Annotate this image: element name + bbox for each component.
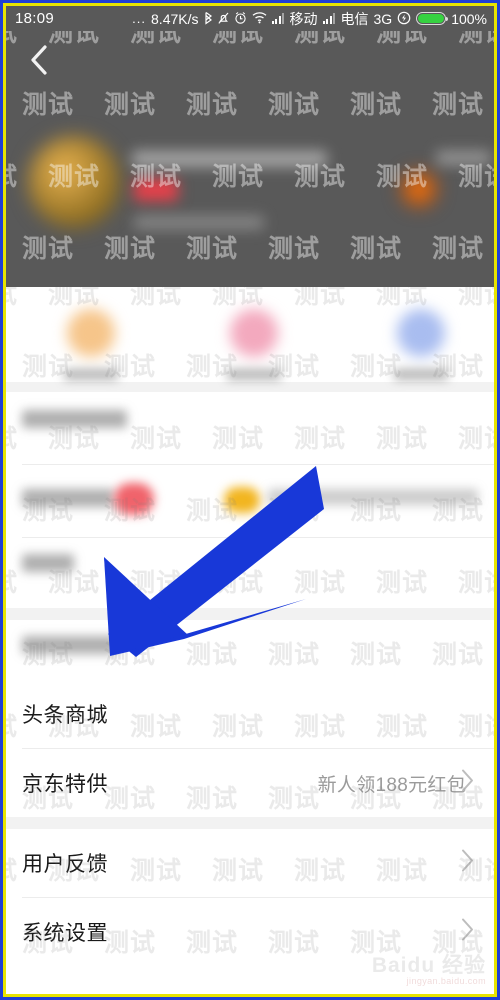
menu-group-2: 用户反馈 系统设置 [6, 829, 494, 966]
blurred-row-1[interactable] [6, 392, 494, 464]
battery-icon [416, 12, 449, 25]
wifi-icon [252, 11, 267, 26]
signal-bars-icon-2 [322, 13, 336, 24]
blurred-row-3[interactable] [6, 538, 494, 608]
blurred-label-c [268, 489, 478, 505]
screenshot-frame: 18:09 ... 8.47K/s 移动 电信 3G 100% 测试 测试 测试… [0, 0, 500, 1000]
carrier-name-2: 电信 [340, 10, 369, 27]
phone-screen: 18:09 ... 8.47K/s 移动 电信 3G 100% 测试 测试 测试… [6, 6, 494, 994]
blurred-text-3 [436, 151, 491, 165]
quick-icon-shelf [6, 287, 494, 382]
carrier-name-1: 移动 [289, 10, 318, 27]
blurred-row-2[interactable] [6, 465, 494, 537]
blurred-label-a [22, 410, 127, 428]
back-chevron-icon [31, 45, 47, 75]
menu-item-label: 京东特供 [22, 773, 108, 796]
blurred-label-e [22, 636, 117, 654]
chevron-right-icon [460, 917, 476, 948]
menu-item-system-settings[interactable]: 系统设置 [6, 898, 494, 966]
blurred-label-d [22, 554, 74, 572]
charging-bolt-icon [397, 11, 411, 27]
back-button[interactable] [22, 43, 56, 77]
blurred-text-1 [132, 151, 327, 167]
mute-bell-icon [217, 11, 229, 27]
menu-group-1: 头条商城 京东特供 新人领188元红包 [6, 680, 494, 817]
quick-icon-3-label [394, 369, 448, 380]
network-type: 3G [373, 10, 393, 27]
blurred-label-b [22, 489, 114, 507]
alarm-clock-icon [234, 11, 247, 27]
network-speed: 8.47K/s [151, 10, 199, 27]
blurred-thumbnail-2 [401, 171, 437, 207]
menu-item-label: 系统设置 [22, 922, 108, 945]
blurred-text-2 [134, 216, 264, 229]
chevron-right-icon [460, 768, 476, 799]
bluetooth-icon [204, 11, 213, 27]
quick-icon-2[interactable] [230, 309, 278, 357]
blurred-chip-red [114, 483, 154, 515]
status-time: 18:09 [15, 10, 55, 27]
menu-item-user-feedback[interactable]: 用户反馈 [6, 829, 494, 897]
status-dots: ... [132, 11, 147, 26]
signal-bars-icon [271, 13, 285, 24]
blurred-row-4[interactable] [6, 620, 494, 680]
battery-level: 100% [451, 10, 487, 27]
quick-icon-2-label [227, 369, 281, 380]
blurred-chip-yellow [224, 487, 260, 513]
section-gap-3 [6, 817, 494, 829]
quick-icon-3[interactable] [397, 309, 445, 357]
menu-item-label: 用户反馈 [22, 853, 108, 876]
chevron-right-icon [460, 848, 476, 879]
section-gap-2 [6, 608, 494, 620]
section-gap-4 [6, 966, 494, 994]
menu-item-subtitle: 新人领188元红包 [317, 774, 466, 796]
menu-item-label: 头条商城 [22, 704, 108, 727]
menu-item-toutiao-mall[interactable]: 头条商城 [6, 680, 494, 748]
media-header-panel: 测试测试测试测试测试测试测试测试测试测试测试测试测试测试测试测试测试测试测试测试… [6, 31, 494, 287]
quick-icon-1[interactable] [67, 309, 115, 357]
blurred-thumbnail-1 [28, 136, 120, 228]
status-bar: 18:09 ... 8.47K/s 移动 电信 3G 100% [6, 6, 494, 31]
settings-content: 头条商城 京东特供 新人领188元红包 用户反馈 系统设置 [6, 287, 494, 994]
blurred-badge-red [134, 179, 178, 201]
quick-icon-1-label [64, 369, 118, 380]
section-gap-1 [6, 382, 494, 392]
menu-item-jd-special[interactable]: 京东特供 新人领188元红包 [6, 749, 494, 817]
